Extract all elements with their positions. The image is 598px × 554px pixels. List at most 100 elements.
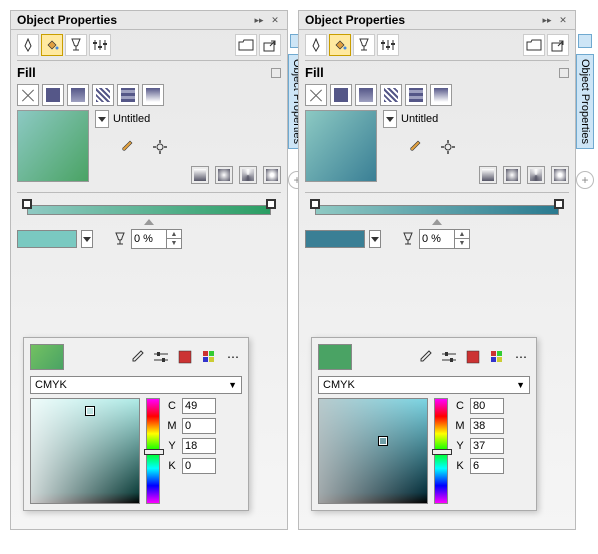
node-color-dropdown[interactable]: [369, 230, 381, 248]
fill-type-none[interactable]: [17, 84, 39, 106]
y-input[interactable]: [182, 438, 216, 454]
gradient-radial-preset[interactable]: [215, 166, 233, 184]
color-picker-popup: ⋯ CMYK ▼ C M Y K: [311, 337, 537, 511]
fill-preset-dropdown[interactable]: [95, 110, 109, 128]
gradient-linear-preset[interactable]: [479, 166, 497, 184]
more-options-icon[interactable]: ⋯: [224, 348, 242, 366]
adjust-tool-button[interactable]: [377, 34, 399, 56]
color-field[interactable]: [30, 398, 140, 504]
k-input[interactable]: [182, 458, 216, 474]
object-properties-panel: Object Properties ▸▸ ✕ Fill: [298, 10, 576, 530]
node-color-swatch[interactable]: [305, 230, 365, 248]
gradient-node-start[interactable]: [310, 199, 320, 209]
color-field[interactable]: [318, 398, 428, 504]
fill-name: Untitled: [401, 113, 438, 125]
side-tab-label[interactable]: Object Properties: [576, 54, 594, 149]
fill-type-pattern[interactable]: [405, 84, 427, 106]
transparency-input[interactable]: ▲▼: [131, 229, 182, 249]
export-button[interactable]: [547, 34, 569, 56]
node-color-swatch[interactable]: [17, 230, 77, 248]
tab-handle-icon[interactable]: [578, 34, 592, 48]
hue-slider[interactable]: [434, 398, 448, 504]
gradient-linear-preset[interactable]: [191, 166, 209, 184]
fill-tool-button[interactable]: [41, 34, 63, 56]
transparency-field[interactable]: [420, 233, 454, 245]
panel-close-icon[interactable]: ✕: [269, 14, 281, 26]
open-folder-button[interactable]: [235, 34, 257, 56]
c-input[interactable]: [470, 398, 504, 414]
gradient-radial-preset[interactable]: [503, 166, 521, 184]
adjust-tool-button[interactable]: [89, 34, 111, 56]
fill-type-hatch[interactable]: [92, 84, 114, 106]
color-field-cursor[interactable]: [86, 407, 94, 415]
fill-type-hatch[interactable]: [380, 84, 402, 106]
gradient-slider[interactable]: [17, 199, 281, 225]
fill-tool-button[interactable]: [329, 34, 351, 56]
transparency-input[interactable]: ▲▼: [419, 229, 470, 249]
fill-type-gradient[interactable]: [67, 84, 89, 106]
eyedropper-icon[interactable]: [416, 348, 434, 366]
gradient-midpoint-icon[interactable]: [144, 219, 154, 225]
fill-settings-icon[interactable]: [151, 138, 169, 156]
gradient-node-end[interactable]: [266, 199, 276, 209]
hue-thumb[interactable]: [144, 449, 164, 455]
gradient-square-preset[interactable]: [263, 166, 281, 184]
fill-preset-dropdown[interactable]: [383, 110, 397, 128]
panel-collapse-icon[interactable]: ▸▸: [253, 14, 265, 26]
c-input[interactable]: [182, 398, 216, 414]
c-label: C: [166, 400, 178, 412]
fill-type-none[interactable]: [305, 84, 327, 106]
m-input[interactable]: [182, 418, 216, 434]
hue-slider[interactable]: [146, 398, 160, 504]
palette-single-icon[interactable]: [464, 348, 482, 366]
edit-fill-icon[interactable]: [407, 138, 425, 156]
fill-type-gradient[interactable]: [355, 84, 377, 106]
gradient-node-start[interactable]: [22, 199, 32, 209]
gradient-node-end[interactable]: [554, 199, 564, 209]
hue-thumb[interactable]: [432, 449, 452, 455]
gradient-conical-preset[interactable]: [239, 166, 257, 184]
color-field-cursor[interactable]: [379, 437, 387, 445]
panel-close-icon[interactable]: ✕: [557, 14, 569, 26]
export-button[interactable]: [259, 34, 281, 56]
open-folder-button[interactable]: [523, 34, 545, 56]
palette-grid-icon[interactable]: [200, 348, 218, 366]
transparency-icon: [113, 232, 127, 246]
spin-up[interactable]: ▲: [455, 230, 469, 239]
spin-down[interactable]: ▼: [455, 239, 469, 248]
outline-tool-button[interactable]: [17, 34, 39, 56]
gradient-conical-preset[interactable]: [527, 166, 545, 184]
node-color-dropdown[interactable]: [81, 230, 93, 248]
slider-view-icon[interactable]: [440, 348, 458, 366]
transparency-tool-button[interactable]: [353, 34, 375, 56]
spin-up[interactable]: ▲: [167, 230, 181, 239]
gradient-slider[interactable]: [305, 199, 569, 225]
transparency-field[interactable]: [132, 233, 166, 245]
more-options-icon[interactable]: ⋯: [512, 348, 530, 366]
color-model-select[interactable]: CMYK ▼: [318, 376, 530, 394]
palette-grid-icon[interactable]: [488, 348, 506, 366]
transparency-tool-button[interactable]: [65, 34, 87, 56]
fill-type-special[interactable]: [430, 84, 452, 106]
color-model-select[interactable]: CMYK ▼: [30, 376, 242, 394]
slider-view-icon[interactable]: [152, 348, 170, 366]
palette-single-icon[interactable]: [176, 348, 194, 366]
fill-type-special[interactable]: [142, 84, 164, 106]
panel-collapse-icon[interactable]: ▸▸: [541, 14, 553, 26]
gradient-square-preset[interactable]: [551, 166, 569, 184]
add-tab-icon[interactable]: +: [576, 171, 594, 189]
outline-tool-button[interactable]: [305, 34, 327, 56]
spin-down[interactable]: ▼: [167, 239, 181, 248]
edit-fill-icon[interactable]: [119, 138, 137, 156]
m-input[interactable]: [470, 418, 504, 434]
y-input[interactable]: [470, 438, 504, 454]
gradient-midpoint-icon[interactable]: [432, 219, 442, 225]
eyedropper-icon[interactable]: [128, 348, 146, 366]
k-input[interactable]: [470, 458, 504, 474]
fill-type-pattern[interactable]: [117, 84, 139, 106]
fill-type-solid[interactable]: [42, 84, 64, 106]
fill-settings-icon[interactable]: [439, 138, 457, 156]
fill-type-solid[interactable]: [330, 84, 352, 106]
selected-color-swatch: [30, 344, 64, 370]
fill-section-label: Fill: [305, 65, 324, 80]
